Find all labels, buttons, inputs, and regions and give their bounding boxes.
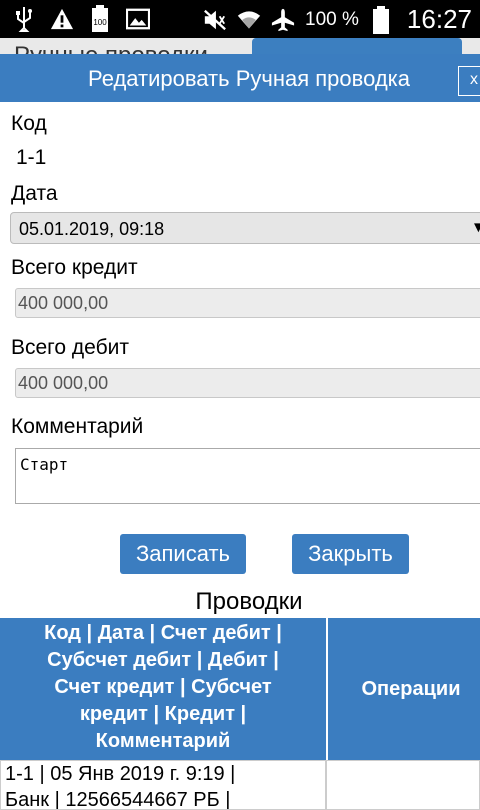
dialog-title: Редатировать Ручная проводка	[87, 66, 411, 91]
row-line: Банк | 12566544667 РБ |	[5, 789, 231, 810]
airplane-icon	[271, 7, 295, 33]
clock: 16:27	[406, 4, 472, 34]
header-line: Счет кредит | Субсчет	[54, 676, 272, 698]
battery-percent: 100 %	[305, 8, 359, 30]
table-header-operations: Операции	[326, 618, 480, 760]
edit-dialog: Редатировать Ручная проводка x Код 1-1 Д…	[0, 54, 480, 810]
header-line: кредит | Кредит |	[79, 703, 247, 725]
table-row-operations[interactable]	[326, 760, 480, 810]
credit-label: Всего кредит	[11, 256, 138, 279]
header-line: Комментарий	[95, 730, 231, 752]
date-label: Дата	[11, 182, 58, 205]
comment-label: Комментарий	[11, 415, 144, 438]
table-header-main: Код | Дата | Счет дебит | Субсчет дебит …	[0, 618, 326, 760]
warning-icon	[50, 6, 74, 32]
comment-textarea[interactable]: Старт	[15, 448, 480, 504]
code-label: Код	[11, 112, 47, 135]
comment-text: Старт	[20, 455, 69, 474]
entries-section-title: Проводки	[195, 588, 303, 615]
usb-icon	[12, 6, 36, 32]
dialog-close-button[interactable]: x	[458, 66, 480, 96]
wifi-icon	[237, 7, 261, 33]
battery-full-icon: 100	[88, 5, 112, 32]
dialog-header: Редатировать Ручная проводка x	[0, 54, 480, 102]
credit-field-value: 400 000,00	[18, 293, 109, 313]
save-button[interactable]: Записать	[120, 534, 246, 574]
battery-icon	[369, 5, 393, 34]
debit-label: Всего дебит	[11, 336, 129, 359]
debit-field-value: 400 000,00	[18, 373, 109, 393]
header-line: Код | Дата | Счет дебит |	[44, 622, 282, 644]
code-value: 1-1	[16, 146, 47, 169]
debit-field: 400 000,00	[15, 368, 480, 398]
operations-header-label: Операции	[361, 678, 461, 700]
row-line: 1-1 | 05 Янв 2019 г. 9:19 |	[5, 763, 236, 785]
image-icon	[126, 6, 150, 32]
table-row[interactable]: 1-1 | 05 Янв 2019 г. 9:19 | Банк | 12566…	[0, 760, 326, 810]
svg-text:100: 100	[93, 18, 107, 27]
date-select-value: 05.01.2019, 09:18	[19, 219, 165, 239]
mute-icon	[203, 7, 227, 33]
date-select[interactable]: 05.01.2019, 09:18 ▼	[10, 212, 480, 244]
header-line: Субсчет дебит | Дебит |	[47, 649, 279, 671]
status-bar: 100 100 % 16:27	[0, 0, 480, 38]
dropdown-arrow-icon: ▼	[471, 219, 480, 236]
credit-field: 400 000,00	[15, 288, 480, 318]
close-button[interactable]: Закрыть	[292, 534, 409, 574]
